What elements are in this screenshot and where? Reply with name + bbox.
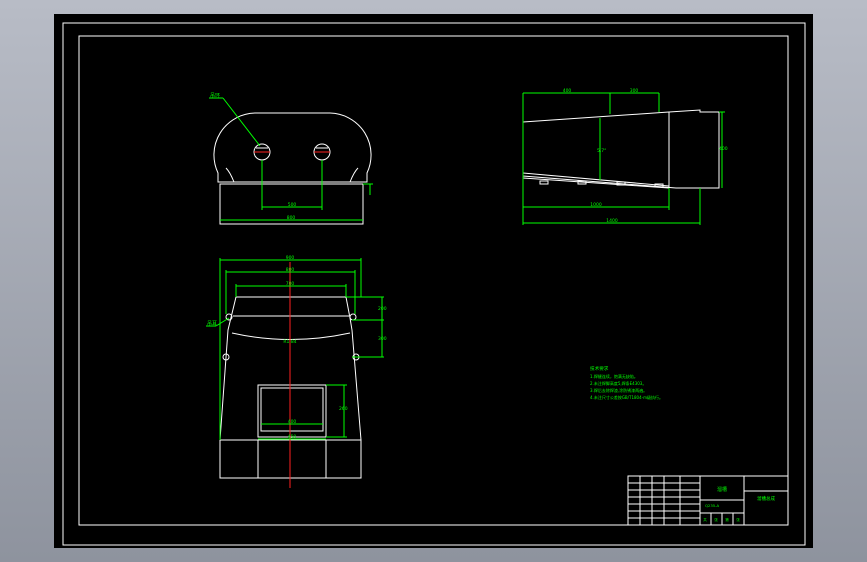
front-mid-dim-text: 800 [286, 267, 295, 273]
base-width-dim-text: 800 [287, 215, 296, 221]
bottom-width-dim-text: 450 [288, 434, 297, 440]
tb-scale-cell-2: 张 [714, 517, 718, 522]
tb-drawing-number: 溜槽总成 [757, 495, 775, 502]
lift-hole-label: 吊环 [210, 93, 220, 99]
note-line-3: 3.焊后去除焊渣,涂防锈漆两遍。 [590, 387, 647, 393]
window-height-dim-text: 260 [339, 406, 348, 412]
tb-scale-cell-4: 张 [736, 517, 740, 522]
side-top-right-dim-text: 300 [630, 88, 639, 94]
front-arc-dim-text: R1.84 [283, 339, 296, 345]
notes-title: 技术要求 [590, 365, 609, 372]
tb-scale-cell-3: 第 [725, 517, 729, 522]
front-inner-dim-text: 700 [286, 281, 295, 287]
side-top-left-dim-text: 400 [563, 88, 572, 94]
front-right-upper-dim-text: 200 [378, 306, 387, 312]
note-line-4: 4.未注尺寸公差按GB/T1804-m级执行。 [590, 394, 663, 400]
lug-label: 吊耳 [207, 321, 217, 327]
front-right-lower-dim-text: 300 [378, 336, 387, 342]
front-overall-dim-text: 900 [286, 255, 295, 261]
side-height-dim-text: 400 [719, 146, 728, 152]
note-line-2: 2.未注焊脚高度5,焊条E4303。 [590, 380, 646, 386]
side-angle-dim-text: 5.7° [597, 148, 606, 154]
drawing-sheet: 500 800 吊环 400 300 5.7° 400 1000 1400 90… [54, 14, 813, 548]
side-lower-dim-text: 1000 [590, 202, 602, 208]
cad-viewport[interactable]: 500 800 吊环 400 300 5.7° 400 1000 1400 90… [0, 0, 867, 562]
window-width-dim-text: 400 [288, 419, 297, 425]
note-line-1: 1.焊缝连续，饱满无缺陷。 [590, 373, 638, 379]
tb-material: Q235-A [705, 503, 720, 508]
hole-spacing-dim-text: 500 [288, 202, 297, 208]
tb-part-name: 溜槽 [717, 486, 727, 493]
sheet-background [54, 14, 813, 548]
tb-scale-cell-1: 共 [703, 517, 707, 522]
side-overall-dim-text: 1400 [606, 218, 618, 224]
